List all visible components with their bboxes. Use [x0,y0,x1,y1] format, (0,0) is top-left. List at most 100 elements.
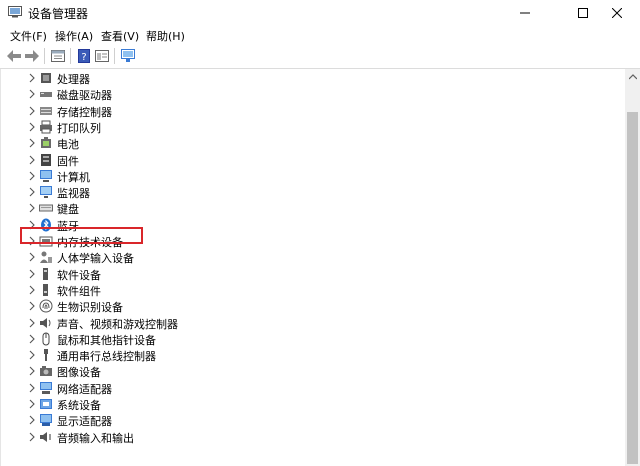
help-button[interactable]: ? [76,48,92,64]
chevron-right-icon[interactable] [27,365,37,377]
usb-icon [44,349,48,362]
tree-item[interactable]: 软件组件 [1,282,621,298]
tree-item[interactable]: 显示适配器 [1,412,621,428]
scroll-up-button[interactable] [625,69,640,85]
chevron-right-icon[interactable] [27,154,37,166]
chevron-right-icon[interactable] [27,300,37,312]
tree-item-label: 显示适配器 [57,415,112,429]
back-button[interactable] [6,48,22,64]
tree-item-label: 软件组件 [57,284,101,298]
tree-item-label: 固件 [57,154,79,168]
help-icon: ? [78,49,90,63]
tree-item-label: 键盘 [57,203,79,217]
tree-item-label: 鼠标和其他指针设备 [57,333,156,347]
chevron-right-icon[interactable] [27,105,37,117]
menu-bar: 文件(F) 操作(A) 查看(V) 帮助(H) [0,26,640,44]
tree-item-label: 计算机 [57,170,90,184]
camera-icon [40,366,52,377]
network-icon [40,381,52,394]
minimize-icon [520,12,530,14]
computer-icon [40,169,52,182]
chevron-right-icon[interactable] [27,137,37,149]
toolbar-separator [44,48,45,64]
chevron-right-icon[interactable] [27,398,37,410]
tree-item[interactable]: 打印队列 [1,119,621,135]
forward-icon [25,50,39,62]
menu-file[interactable]: 文件(F) [10,28,47,44]
tree-item[interactable]: 处理器 [1,70,621,86]
chevron-right-icon[interactable] [27,202,37,214]
tree-item[interactable]: 监视器 [1,184,621,200]
chevron-right-icon[interactable] [27,333,37,345]
toolbar: ? [0,44,640,69]
tree-item-label: 监视器 [57,187,90,201]
window-title: 设备管理器 [28,7,89,21]
tree-item[interactable]: 图像设备 [1,363,621,379]
chevron-right-icon[interactable] [27,121,37,133]
chevron-right-icon[interactable] [27,349,37,361]
tree-item-label: 生物识别设备 [57,301,123,315]
tree-item[interactable]: 软件设备 [1,266,621,282]
tree-item[interactable]: 存储控制器 [1,103,621,119]
close-icon [612,8,622,18]
tree-item-label: 系统设备 [57,399,101,412]
chevron-right-icon[interactable] [27,268,37,280]
tree-item[interactable]: 音频输入和输出 [1,429,621,445]
printer-icon [40,120,52,134]
toolbar-separator [70,48,71,64]
tree-item[interactable]: 键盘 [1,200,621,216]
chevron-right-icon[interactable] [27,88,37,100]
processor-icon [41,73,51,83]
scroll-thumb[interactable] [627,112,638,464]
firmware-icon [41,153,51,166]
menu-action[interactable]: 操作(A) [55,28,93,44]
tree-item[interactable]: 磁盘驱动器 [1,86,621,102]
monitor-icon [121,49,135,62]
tree-item[interactable]: 声音、视频和游戏控制器 [1,315,621,331]
tree-item[interactable]: 电池 [1,135,621,151]
tree-item[interactable]: 通用串行总线控制器 [1,347,621,363]
close-button[interactable] [594,0,640,26]
details-button[interactable] [94,48,110,64]
chevron-right-icon[interactable] [27,284,37,296]
storage-controller-icon [40,106,52,115]
tree-item-label: 网络适配器 [57,382,112,396]
properties-button[interactable] [50,48,66,64]
forward-button[interactable] [24,48,40,64]
tree-item-label: 电池 [57,138,79,152]
chevron-right-icon[interactable] [27,414,37,426]
hid-icon [40,251,52,264]
minimize-button[interactable] [502,0,548,26]
tree-item[interactable]: 生物识别设备 [1,298,621,314]
chevron-up-icon [628,74,637,80]
tree-item-label: 打印队列 [57,121,101,135]
back-icon [7,50,21,62]
tree-item[interactable]: 人体学输入设备 [1,249,621,265]
display-adapter-icon [40,414,52,427]
scan-hardware-button[interactable] [120,48,136,64]
menu-help[interactable]: 帮助(H) [146,28,185,44]
chevron-right-icon[interactable] [27,251,37,263]
tree-item[interactable]: 网络适配器 [1,380,621,396]
tree-item-label: 存储控制器 [57,105,112,119]
tree-item[interactable]: 系统设备 [1,396,621,412]
system-device-icon [40,399,52,409]
chevron-right-icon[interactable] [27,72,37,84]
tree-item-label: 声音、视频和游戏控制器 [57,317,178,331]
audio-io-icon [40,431,51,442]
mouse-icon [42,332,50,346]
fingerprint-icon [39,299,53,313]
tree-item-label: 音频输入和输出 [57,431,134,445]
chevron-right-icon[interactable] [27,170,37,182]
chevron-right-icon[interactable] [27,431,37,443]
software-component-icon [43,283,48,296]
tree-item[interactable]: 鼠标和其他指针设备 [1,331,621,347]
chevron-right-icon[interactable] [27,317,37,329]
menu-view[interactable]: 查看(V) [101,28,139,44]
tree-item-label: 处理器 [57,73,90,86]
chevron-right-icon[interactable] [27,382,37,394]
speaker-icon [40,317,51,328]
chevron-right-icon[interactable] [27,186,37,198]
tree-item[interactable]: 固件 [1,152,621,168]
tree-item[interactable]: 计算机 [1,168,621,184]
